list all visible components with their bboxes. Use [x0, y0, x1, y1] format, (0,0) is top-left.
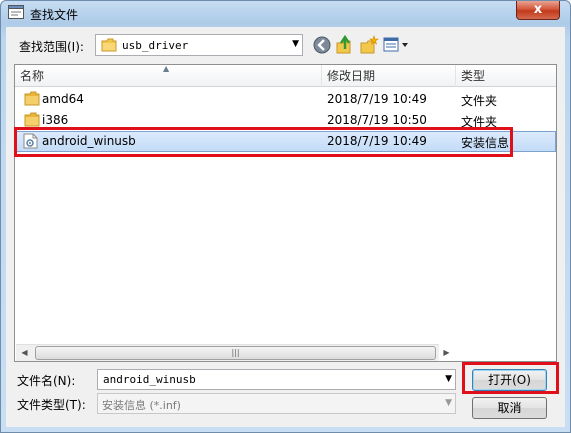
chevron-down-icon: ▼	[445, 398, 452, 408]
sort-ascending-icon: ▲	[163, 64, 170, 73]
back-icon[interactable]	[312, 35, 332, 55]
file-type: 安装信息	[461, 136, 510, 150]
close-button[interactable]: x	[516, 1, 560, 20]
look-in-dropdown[interactable]: usb_driver ▼	[95, 34, 303, 56]
column-header-date[interactable]: 修改日期	[322, 65, 456, 87]
file-date: 2018/7/19 10:50	[327, 113, 427, 127]
folder-icon	[24, 91, 40, 106]
column-header-name-label: 名称	[20, 69, 45, 83]
list-item[interactable]: i386 2018/7/19 10:50 文件夹	[16, 110, 556, 131]
view-menu-icon[interactable]	[383, 35, 411, 55]
open-button[interactable]: 打开(O)	[472, 369, 547, 391]
list-item[interactable]: amd64 2018/7/19 10:49 文件夹	[16, 89, 556, 110]
scroll-left-icon[interactable]: ◀	[16, 345, 33, 361]
cancel-button[interactable]: 取消	[472, 397, 547, 419]
horizontal-scrollbar[interactable]: ◀ ||| ▶	[16, 344, 450, 361]
column-header-type[interactable]: 类型	[456, 65, 556, 87]
look-in-label: 查找范围(I):	[19, 40, 84, 54]
file-name: android_winusb	[42, 134, 136, 148]
file-type: 文件夹	[461, 115, 498, 129]
column-header-name[interactable]: 名称 ▲	[15, 64, 322, 87]
up-folder-icon[interactable]	[335, 35, 355, 55]
scroll-right-icon[interactable]: ▶	[438, 345, 455, 361]
new-folder-icon[interactable]	[359, 35, 379, 55]
file-list[interactable]: 名称 ▲ 修改日期 类型 amd64 2018/7/19 10:49 文件夹 i…	[14, 64, 557, 362]
list-item-selected[interactable]: android_winusb 2018/7/19 10:49 安装信息	[16, 131, 556, 152]
folder-icon	[101, 38, 117, 52]
scrollbar-thumb[interactable]: |||	[35, 346, 436, 360]
file-date: 2018/7/19 10:49	[327, 92, 427, 106]
filename-value: android_winusb	[103, 373, 196, 386]
folder-icon	[24, 112, 40, 127]
look-in-value: usb_driver	[122, 39, 189, 52]
inf-file-icon	[23, 133, 38, 149]
chevron-down-icon: ▼	[292, 39, 299, 49]
file-name: i386	[42, 113, 69, 127]
file-search-icon	[8, 5, 24, 19]
filetype-value: 安装信息 (*.inf)	[102, 399, 181, 412]
column-header-bar: 名称 ▲ 修改日期 类型	[15, 64, 556, 87]
file-date: 2018/7/19 10:49	[327, 134, 427, 148]
window-title: 查找文件	[30, 8, 79, 22]
chevron-down-icon[interactable]: ▼	[445, 374, 452, 384]
file-name: amd64	[42, 92, 84, 106]
filename-label: 文件名(N):	[17, 374, 76, 388]
file-type: 文件夹	[461, 94, 498, 108]
filetype-dropdown[interactable]: 安装信息 (*.inf) ▼	[97, 393, 456, 414]
filetype-label: 文件类型(T):	[17, 398, 86, 412]
filename-field[interactable]: android_winusb ▼	[97, 369, 456, 390]
